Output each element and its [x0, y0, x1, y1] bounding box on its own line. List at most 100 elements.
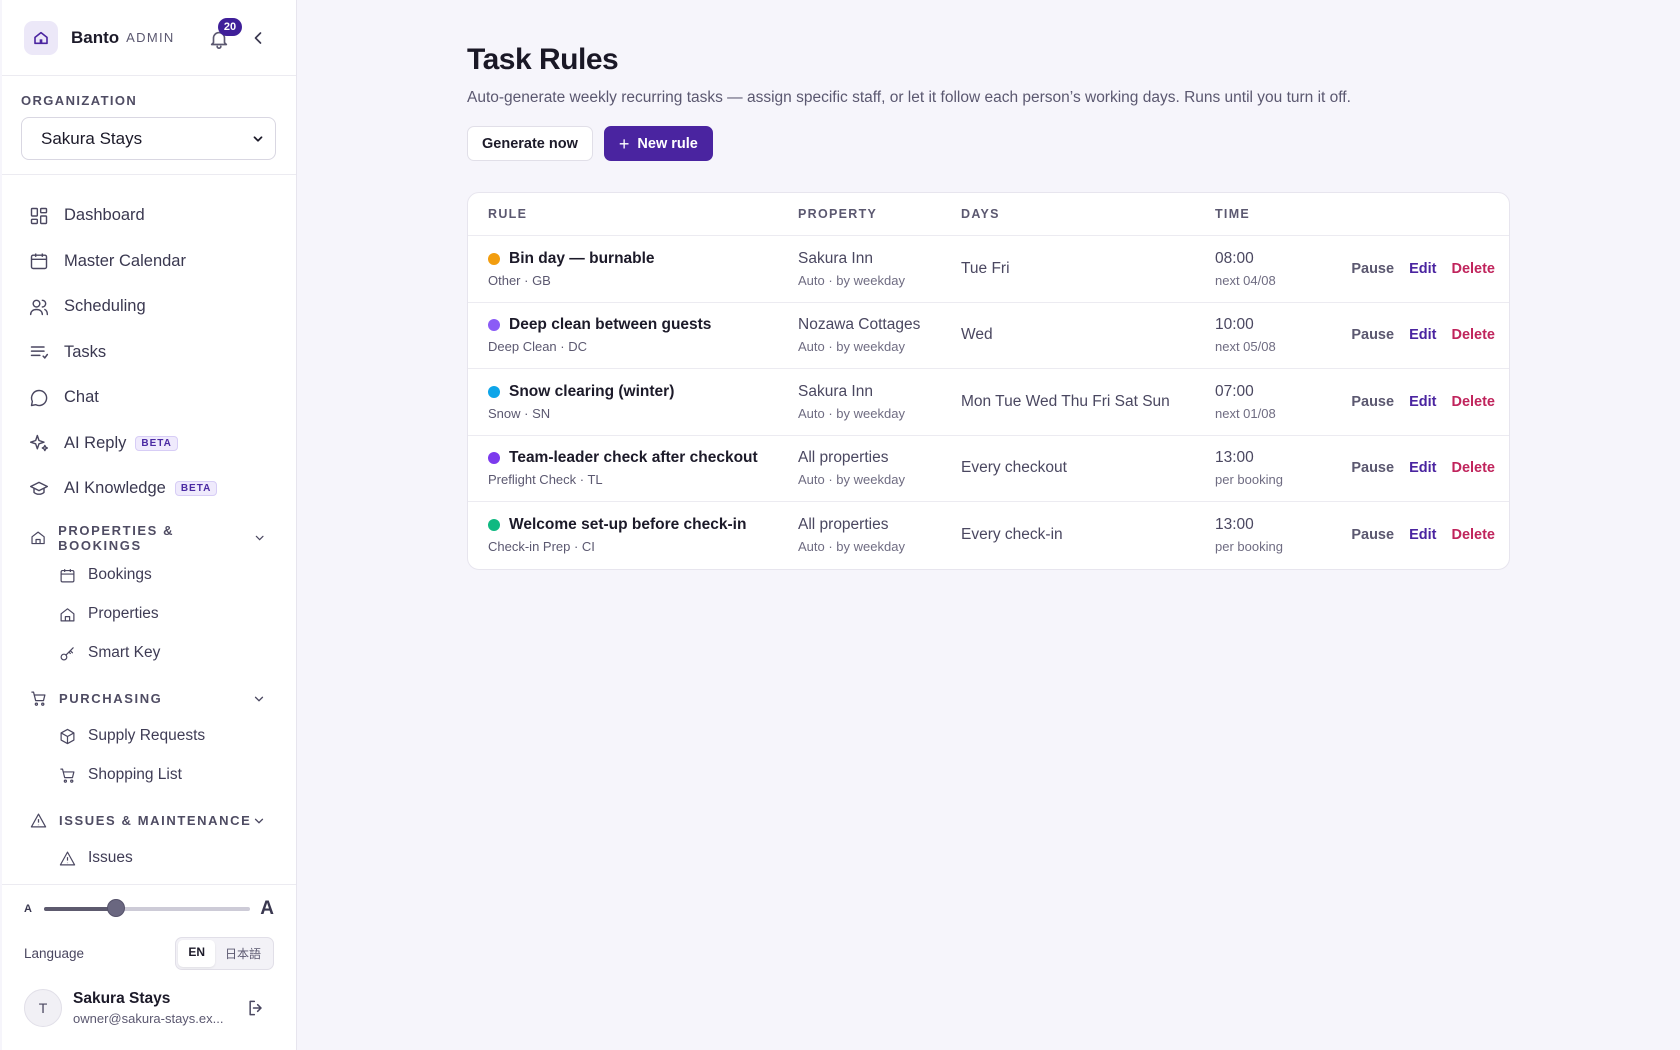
edit-button[interactable]: Edit: [1409, 394, 1436, 410]
sidebar-item-supply-requests[interactable]: Supply Requests: [2, 717, 296, 756]
delete-button[interactable]: Delete: [1451, 261, 1495, 277]
list-icon: [30, 346, 49, 360]
nav-label: Scheduling: [64, 297, 146, 316]
table-row: Team-leader check after checkout Preflig…: [468, 436, 1509, 502]
brand-name: Banto: [71, 27, 120, 47]
sidebar-item-bookings[interactable]: Bookings: [2, 556, 296, 595]
delete-button[interactable]: Delete: [1451, 394, 1495, 410]
table-row: Welcome set-up before check-in Check-in …: [468, 502, 1509, 569]
rule-time: 07:00: [1215, 382, 1254, 400]
pause-button[interactable]: Pause: [1351, 394, 1394, 410]
edit-button[interactable]: Edit: [1409, 527, 1436, 543]
nav-item-ai-reply[interactable]: AI Reply BETA: [2, 421, 296, 467]
nav-item-chat[interactable]: Chat: [2, 375, 296, 421]
sidebar-item-label: Supply Requests: [88, 727, 206, 744]
rule-assignment: Auto · by weekday: [798, 339, 905, 355]
rule-category: Snow · SN: [488, 405, 551, 421]
language-toggle: EN 日本語: [175, 936, 274, 970]
pause-button[interactable]: Pause: [1351, 261, 1394, 277]
nav-label: AI Reply: [64, 433, 127, 452]
sidebar-item-label: Bookings: [88, 566, 152, 583]
edit-button[interactable]: Edit: [1409, 327, 1436, 343]
delete-button[interactable]: Delete: [1451, 460, 1495, 476]
sidebar-item-label: Smart Key: [88, 644, 161, 661]
font-size-slider-thumb[interactable]: [107, 899, 126, 917]
rule-title: Welcome set-up before check-in: [509, 516, 747, 534]
section-properties-bookings[interactable]: PROPERTIES & BOOKINGS: [2, 520, 296, 556]
generate-now-button[interactable]: Generate now: [467, 126, 593, 161]
organization-select[interactable]: Sakura Stays: [21, 117, 276, 160]
rule-color-dot: [488, 519, 500, 532]
sidebar-item-smart-key[interactable]: Smart Key: [2, 634, 296, 673]
nav-item-scheduling[interactable]: Scheduling: [2, 284, 296, 330]
nav-item-ai-knowledge[interactable]: AI Knowledge BETA: [2, 466, 296, 512]
rule-time: 08:00: [1215, 249, 1254, 267]
warning-icon: [30, 813, 47, 828]
notifications-button[interactable]: 20: [208, 18, 242, 51]
collapse-sidebar-chevron-left-icon[interactable]: [248, 28, 268, 48]
delete-button[interactable]: Delete: [1451, 527, 1495, 543]
font-size-small-label: A: [24, 903, 32, 915]
font-size-large-label: A: [260, 898, 274, 919]
chevron-down-icon: [255, 535, 264, 541]
nav-item-dashboard[interactable]: Dashboard: [2, 193, 296, 239]
users-icon: [29, 299, 49, 315]
calendar-icon: [60, 568, 75, 582]
row-actions: Pause Edit Delete: [1333, 327, 1509, 343]
nav-label: AI Knowledge: [64, 479, 166, 498]
rule-color-dot: [488, 252, 500, 265]
language-row: Language EN 日本語: [24, 933, 274, 973]
edit-button[interactable]: Edit: [1409, 460, 1436, 476]
language-option-ja[interactable]: 日本語: [215, 940, 271, 967]
rule-days: Every check-in: [961, 526, 1063, 544]
notification-count-badge: 20: [218, 18, 242, 36]
logout-icon[interactable]: [246, 998, 266, 1018]
sidebar-item-issues[interactable]: Issues: [2, 839, 296, 878]
section-issues-maintenance[interactable]: ISSUES & MAINTENANCE: [2, 803, 296, 839]
organization-selected-value: Sakura Stays: [41, 128, 143, 148]
avatar[interactable]: T: [24, 989, 62, 1027]
rule-title-wrap: Snow clearing (winter): [488, 383, 798, 401]
sidebar-item-label: Issues: [88, 849, 133, 866]
new-rule-button[interactable]: + New rule: [603, 126, 713, 161]
rule-title: Deep clean between guests: [509, 316, 712, 334]
nav-label: Tasks: [64, 342, 107, 361]
rule-days: Mon Tue Wed Thu Fri Sat Sun: [961, 392, 1170, 410]
section-purchasing[interactable]: PURCHASING: [2, 681, 296, 717]
section-title: PROPERTIES & BOOKINGS: [58, 522, 175, 553]
user-name: Sakura Stays: [73, 990, 171, 1007]
rule-property: Sakura Inn: [798, 249, 873, 267]
nav-item-tasks[interactable]: Tasks: [2, 330, 296, 376]
nav-item-master-calendar[interactable]: Master Calendar: [2, 239, 296, 285]
rule-title-wrap: Deep clean between guests: [488, 316, 798, 334]
organization-label: ORGANIZATION: [21, 93, 138, 108]
sidebar-item-properties[interactable]: Properties: [2, 595, 296, 634]
rule-property: Nozawa Cottages: [798, 316, 921, 334]
font-size-slider-fill: [43, 907, 117, 911]
rule-time: 10:00: [1215, 316, 1254, 334]
language-option-en[interactable]: EN: [178, 939, 215, 967]
pause-button[interactable]: Pause: [1351, 527, 1394, 543]
section-title: ISSUES & MAINTENANCE: [59, 813, 252, 828]
cart-icon: [31, 691, 46, 706]
delete-button[interactable]: Delete: [1451, 327, 1495, 343]
chevron-down-icon: [254, 818, 264, 824]
rule-title-wrap: Bin day — burnable: [488, 250, 798, 268]
table-row: Deep clean between guests Deep Clean · D…: [468, 303, 1509, 369]
sidebar-item-shopping-list[interactable]: Shopping List: [2, 756, 296, 795]
brand-logo[interactable]: [24, 20, 58, 55]
sidebar: Banto ADMIN 20 ORGANIZATION Sakura Stays…: [2, 0, 297, 1050]
graduation-cap-icon: [29, 481, 49, 495]
edit-button[interactable]: Edit: [1409, 261, 1436, 277]
rule-title: Bin day — burnable: [509, 249, 655, 267]
cart-icon: [60, 768, 75, 783]
sparkle-icon: [29, 435, 49, 452]
font-size-slider[interactable]: [43, 899, 251, 917]
rule-category: Other · GB: [488, 272, 551, 288]
new-rule-label: New rule: [637, 135, 698, 152]
rule-title: Snow clearing (winter): [509, 382, 675, 400]
pause-button[interactable]: Pause: [1351, 327, 1394, 343]
rule-assignment: Auto · by weekday: [798, 272, 905, 288]
pause-button[interactable]: Pause: [1351, 460, 1394, 476]
nav-label: Master Calendar: [64, 251, 186, 270]
